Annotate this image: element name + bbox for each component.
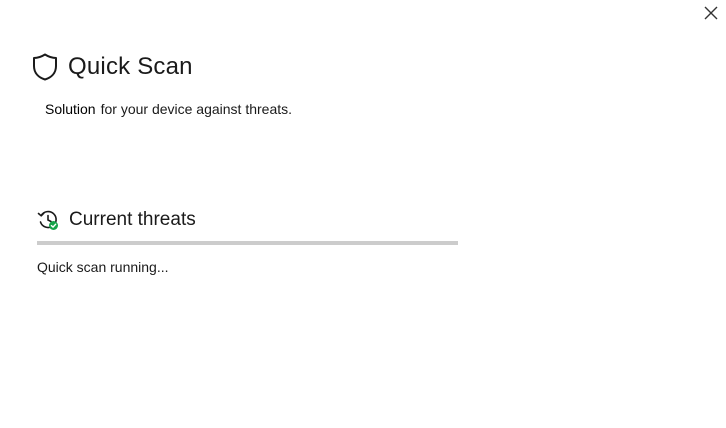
- section-header: Current threats: [37, 209, 458, 231]
- scan-progress-bar: [37, 241, 458, 245]
- shield-icon: [32, 52, 60, 82]
- current-threats-section: Current threats Quick scan running...: [37, 209, 458, 275]
- page-title: Quick Scan: [68, 53, 193, 80]
- close-icon: [704, 6, 718, 25]
- scan-status-text: Quick scan running...: [37, 259, 169, 275]
- page-header: Quick Scan: [32, 52, 193, 82]
- page-subtitle: Solution for your device against threats.: [45, 101, 292, 117]
- close-button[interactable]: [700, 4, 722, 26]
- scan-progress-fill: [37, 241, 458, 245]
- subtitle-emphasis: Solution: [45, 101, 96, 117]
- subtitle-text: for your device against threats.: [100, 101, 293, 117]
- scan-history-icon: [37, 209, 59, 231]
- section-title: Current threats: [69, 209, 196, 230]
- quick-scan-window: Quick Scan Solution for your device again…: [0, 0, 726, 428]
